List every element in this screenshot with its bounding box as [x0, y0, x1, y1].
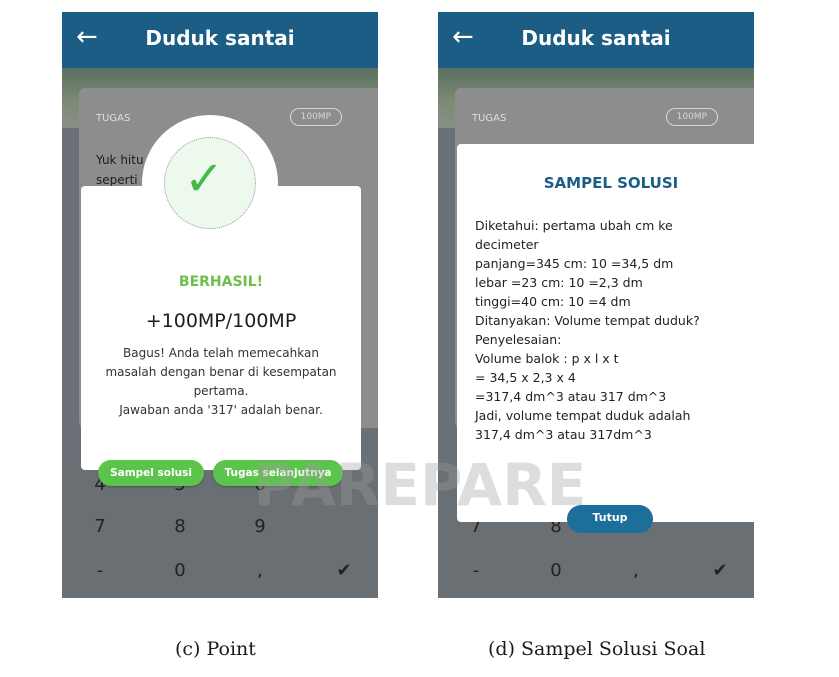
app-bar: ← Duduk santai — [62, 12, 378, 68]
message-line: Jawaban anda '317' adalah benar. — [119, 403, 323, 417]
key-7[interactable]: 7 — [85, 516, 115, 537]
task-text-line: Yuk hitu — [96, 153, 144, 167]
key-9[interactable]: 9 — [245, 516, 275, 537]
solution-line: Ditanyakan: Volume tempat duduk? — [475, 313, 700, 328]
page-title: Duduk santai — [521, 26, 671, 50]
task-label: TUGAS — [472, 113, 507, 124]
task-label: TUGAS — [96, 113, 131, 124]
solution-line: 317,4 dm^3 atau 317dm^3 — [475, 427, 652, 442]
phone-screen-point: ← Duduk santai TUGAS 100MP Yuk hituuk se… — [62, 12, 378, 598]
close-button[interactable]: Tutup — [567, 505, 653, 533]
solution-dialog: SAMPEL SOLUSI Diketahui: pertama ubah cm… — [457, 144, 754, 522]
next-task-button[interactable]: Tugas selanjutnya — [213, 460, 343, 486]
status-text: BERHASIL! — [178, 274, 264, 290]
solution-line: Jadi, volume tempat duduk adalah — [475, 408, 691, 423]
key-8[interactable]: 8 — [165, 516, 195, 537]
key-comma[interactable]: , — [245, 560, 275, 581]
key-0[interactable]: 0 — [165, 560, 195, 581]
sample-solution-button[interactable]: Sampel solusi — [98, 460, 204, 486]
caption-point: (c) Point — [175, 638, 256, 660]
solution-line: decimeter — [475, 237, 539, 252]
key-minus[interactable]: - — [85, 560, 115, 581]
points-badge: 100MP — [289, 108, 342, 126]
app-bar: ← Duduk santai — [438, 12, 754, 68]
checkmark-icon[interactable]: ✔ — [705, 560, 735, 581]
solution-line: Diketahui: pertama ubah cm ke — [475, 218, 673, 233]
solution-line: Volume balok : p x l x t — [475, 351, 619, 366]
solution-line: lebar =23 cm: 10 =2,3 dm — [475, 275, 643, 290]
solution-line: Penyelesaian: — [475, 332, 562, 347]
checkmark-icon: ✓ — [184, 151, 225, 207]
message-line: pertama. — [193, 384, 249, 398]
message-line: masalah dengan benar di kesempatan — [105, 365, 337, 379]
success-badge: ✓ — [142, 115, 278, 251]
message-line: Bagus! Anda telah memecahkan — [123, 346, 319, 360]
key-0[interactable]: 0 — [541, 560, 571, 581]
solution-line: =317,4 dm^3 atau 317 dm^3 — [475, 389, 667, 404]
solution-text: Diketahui: pertama ubah cm ke decimeter … — [475, 216, 754, 444]
caption-solution: (d) Sampel Solusi Soal — [488, 638, 706, 660]
key-minus[interactable]: - — [461, 560, 491, 581]
points-badge: 100MP — [665, 108, 718, 126]
success-message: Bagus! Anda telah memecahkan masalah den… — [91, 344, 351, 420]
solution-line: tinggi=40 cm: 10 =4 dm — [475, 294, 631, 309]
key-comma[interactable]: , — [621, 560, 651, 581]
phone-screen-solution: ← Duduk santai TUGAS 100MP 7 8 9 - 0 , ✔… — [438, 12, 754, 598]
points-earned: +100MP/100MP — [145, 310, 297, 332]
task-text-line: seperti — [96, 173, 138, 187]
solution-line: panjang=345 cm: 10 =34,5 dm — [475, 256, 674, 271]
dialog-title: SAMPEL SOLUSI — [543, 174, 679, 192]
page-title: Duduk santai — [145, 26, 295, 50]
solution-line: = 34,5 x 2,3 x 4 — [475, 370, 576, 385]
checkmark-icon[interactable]: ✔ — [329, 560, 359, 581]
